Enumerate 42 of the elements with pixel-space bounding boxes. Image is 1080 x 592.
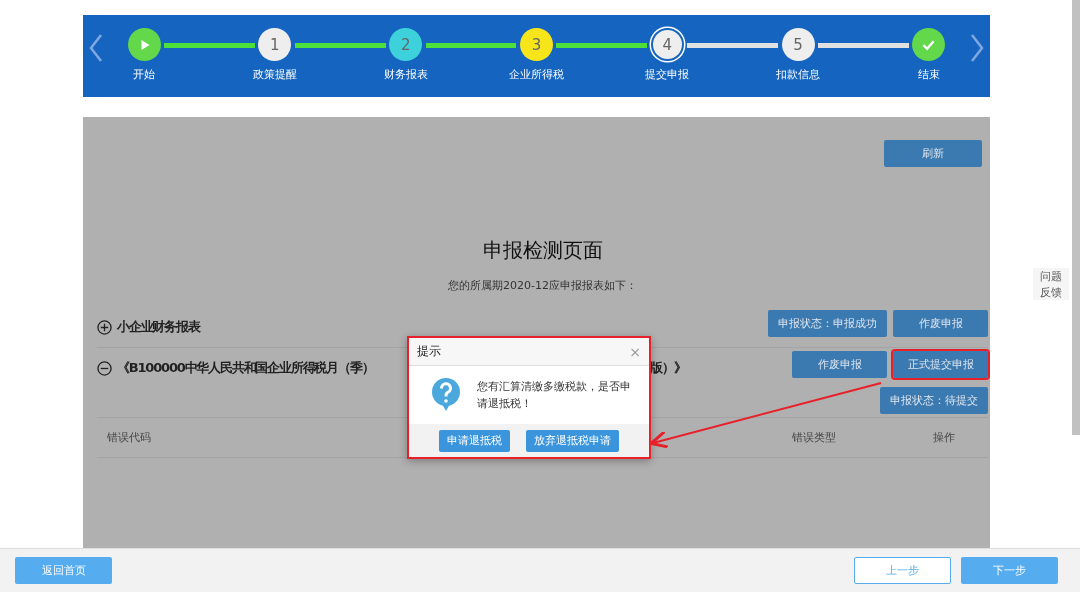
previous-button[interactable]: 上一步 [854, 557, 951, 584]
step-label: 财务报表 [383, 67, 428, 82]
step-label: 政策提醒 [252, 67, 297, 82]
column-header: 操作 [933, 430, 955, 445]
report-title: 《B100000中华人民共和国企业所得税月（季） [117, 359, 375, 377]
dialog-title: 提示 [417, 343, 441, 360]
step-number: 4 [662, 35, 673, 54]
report-button[interactable]: 作废申报 [893, 310, 988, 337]
chevron-right-icon[interactable] [969, 33, 985, 63]
step-number: 3 [531, 35, 542, 54]
page-title: 申报检测页面 [481, 237, 604, 264]
chevron-left-icon[interactable] [88, 33, 104, 63]
report-title: 版）》 [650, 359, 686, 377]
report-button[interactable]: 作废申报 [792, 351, 887, 378]
step-label: 扣款信息 [776, 67, 821, 82]
report-button[interactable]: 正式提交申报 [893, 351, 988, 378]
dialog-button[interactable]: 放弃退抵税申请 [526, 430, 619, 452]
status-button[interactable]: 申报状态：待提交 [880, 387, 988, 414]
checkmark-icon [922, 38, 936, 51]
step-number: 1 [270, 35, 280, 54]
refresh-button[interactable]: 刷新 [884, 140, 982, 167]
feedback-tab[interactable]: 问题反馈 [1033, 268, 1069, 300]
step-number: 5 [793, 35, 803, 54]
close-button[interactable]: × [629, 343, 641, 360]
column-header: 错误类型 [792, 430, 836, 445]
column-header: 错误代码 [107, 430, 151, 445]
step-label: 开始 [133, 67, 155, 82]
home-button[interactable]: 返回首页 [15, 557, 112, 584]
question-icon [431, 378, 461, 412]
report-title: 小企业财务报表 [117, 318, 200, 336]
scrollbar[interactable] [1072, 0, 1080, 435]
period-text: 您的所属期2020-12应申报报表如下： [447, 278, 638, 293]
step-label: 结束 [917, 67, 940, 82]
dialog-button[interactable]: 申请退抵税 [439, 430, 510, 452]
expand-icon[interactable] [97, 319, 112, 335]
step-label: 提交申报 [645, 67, 690, 82]
step-label: 企业所得税 [509, 67, 564, 82]
report-button[interactable]: 申报状态：申报成功 [768, 310, 887, 337]
step-number: 2 [400, 35, 411, 54]
dialog-message: 您有汇算清缴多缴税款，是否申请退抵税！ [477, 379, 632, 411]
collapse-icon[interactable] [97, 360, 112, 376]
next-button[interactable]: 下一步 [961, 557, 1058, 584]
